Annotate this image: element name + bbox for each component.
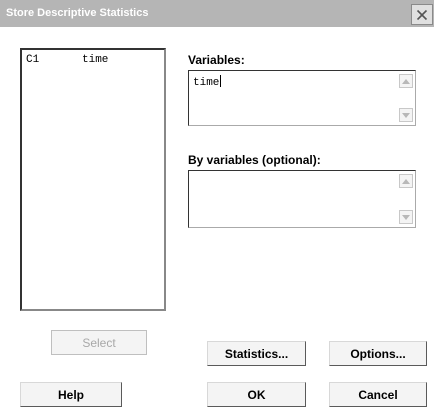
- scroll-down-button[interactable]: [399, 108, 413, 122]
- variables-scrollbar[interactable]: [398, 72, 414, 124]
- variables-value: time: [193, 77, 220, 89]
- text-caret: [220, 75, 222, 87]
- by-variables-label: By variables (optional):: [188, 153, 321, 167]
- statistics-button[interactable]: Statistics...: [207, 341, 306, 366]
- variables-label: Variables:: [188, 53, 245, 67]
- cancel-button[interactable]: Cancel: [329, 382, 427, 407]
- store-descriptive-statistics-dialog: Store Descriptive Statistics C1 time Var…: [0, 0, 434, 413]
- window-title: Store Descriptive Statistics: [6, 7, 149, 19]
- help-button[interactable]: Help: [20, 382, 122, 407]
- chevron-down-icon: [402, 214, 410, 220]
- column-id: C1: [26, 54, 40, 66]
- scroll-up-button[interactable]: [399, 74, 413, 88]
- title-bar[interactable]: Store Descriptive Statistics: [0, 0, 434, 27]
- column-name: time: [82, 54, 109, 66]
- ok-button[interactable]: OK: [207, 382, 306, 407]
- list-item[interactable]: C1 time: [26, 54, 158, 68]
- by-variables-field[interactable]: [188, 170, 416, 228]
- close-button[interactable]: [411, 4, 433, 25]
- options-button[interactable]: Options...: [329, 341, 427, 366]
- columns-listbox[interactable]: C1 time: [20, 48, 166, 311]
- by-variables-scrollbar[interactable]: [398, 172, 414, 226]
- chevron-up-icon: [402, 78, 410, 84]
- select-button[interactable]: Select: [51, 330, 147, 355]
- scroll-down-button[interactable]: [399, 210, 413, 224]
- chevron-down-icon: [402, 112, 410, 118]
- chevron-up-icon: [402, 178, 410, 184]
- variables-field[interactable]: time: [188, 70, 416, 126]
- scroll-up-button[interactable]: [399, 174, 413, 188]
- close-icon: [416, 9, 428, 20]
